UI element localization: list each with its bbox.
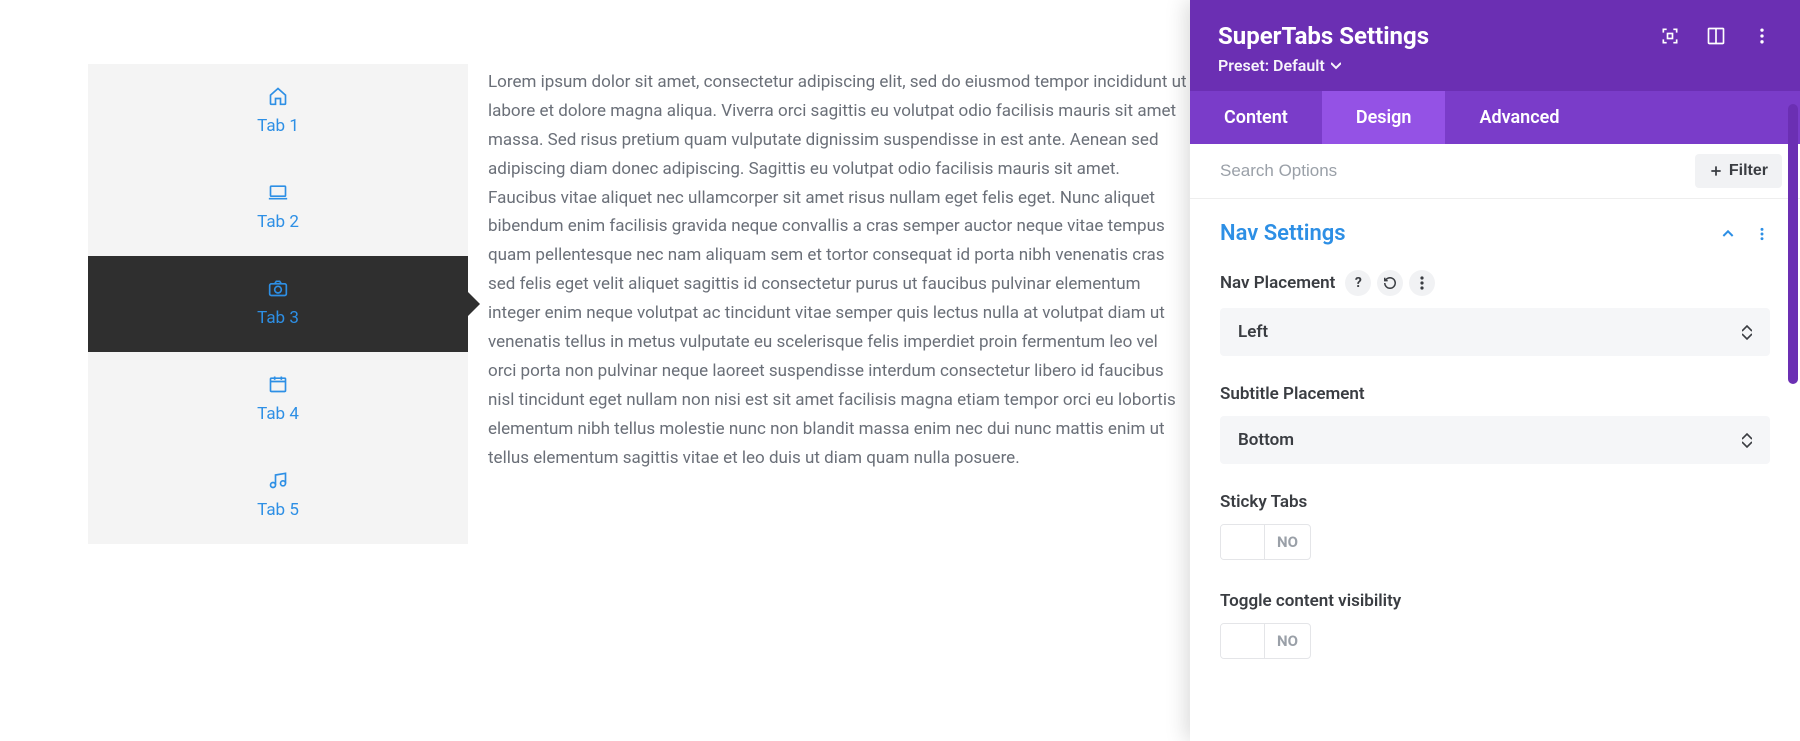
layout-icon[interactable] <box>1706 26 1726 46</box>
tab-label: Tab 2 <box>257 212 299 232</box>
tab-content: Lorem ipsum dolor sit amet, consectetur … <box>468 64 1188 544</box>
tab-design-btn[interactable]: Design <box>1322 91 1446 144</box>
sort-arrows-icon <box>1742 325 1752 340</box>
field-label: Sticky Tabs <box>1220 492 1307 512</box>
tab-nav: Tab 1 Tab 2 Tab 3 Tab 4 Tab 5 <box>88 64 468 544</box>
toggle-label: NO <box>1265 632 1310 650</box>
caret-down-icon <box>1331 62 1341 70</box>
tab-item-4[interactable]: Tab 4 <box>88 352 468 448</box>
tab-item-3[interactable]: Tab 3 <box>88 256 468 352</box>
kebab-icon[interactable] <box>1752 26 1772 46</box>
panel-body: Nav Settings Nav Placement ? <box>1190 199 1800 741</box>
panel-title: SuperTabs Settings <box>1218 22 1429 50</box>
focus-icon[interactable] <box>1660 26 1680 46</box>
tab-item-5[interactable]: Tab 5 <box>88 448 468 544</box>
tab-label: Tab 5 <box>257 500 299 520</box>
select-value: Left <box>1238 322 1742 342</box>
toggle-content-toggle[interactable]: NO <box>1220 623 1311 659</box>
tab-label: Tab 1 <box>257 116 299 136</box>
laptop-icon <box>268 182 288 202</box>
field-nav-placement: Nav Placement ? Left <box>1220 270 1770 356</box>
panel-tabs: Content Design Advanced <box>1190 91 1800 144</box>
preset-label: Preset: Default <box>1218 56 1325 75</box>
section-title: Nav Settings <box>1220 221 1346 246</box>
toggle-knob <box>1221 624 1265 658</box>
calendar-icon <box>268 374 288 394</box>
help-icon[interactable]: ? <box>1345 270 1371 296</box>
field-sticky-tabs: Sticky Tabs NO <box>1220 492 1770 563</box>
plus-icon <box>1709 164 1723 178</box>
panel-header: SuperTabs Settings Preset: Default <box>1190 0 1800 91</box>
field-label: Nav Placement <box>1220 273 1335 293</box>
toggle-label: NO <box>1265 533 1310 551</box>
select-value: Bottom <box>1238 430 1742 450</box>
field-label: Subtitle Placement <box>1220 384 1365 404</box>
tab-item-2[interactable]: Tab 2 <box>88 160 468 256</box>
sort-arrows-icon <box>1742 433 1752 448</box>
tab-content-btn[interactable]: Content <box>1190 91 1322 144</box>
field-subtitle-placement: Subtitle Placement Bottom <box>1220 384 1770 464</box>
subtitle-placement-select[interactable]: Bottom <box>1220 416 1770 464</box>
filter-button[interactable]: Filter <box>1695 154 1782 188</box>
nav-placement-select[interactable]: Left <box>1220 308 1770 356</box>
home-icon <box>268 86 288 106</box>
tab-label: Tab 4 <box>257 404 299 424</box>
sticky-tabs-toggle[interactable]: NO <box>1220 524 1311 560</box>
search-input[interactable] <box>1220 161 1695 181</box>
field-label: Toggle content visibility <box>1220 591 1401 611</box>
camera-icon <box>268 278 288 298</box>
tab-item-1[interactable]: Tab 1 <box>88 64 468 160</box>
search-row: Filter <box>1190 144 1800 199</box>
section-header[interactable]: Nav Settings <box>1220 221 1770 246</box>
preset-selector[interactable]: Preset: Default <box>1218 56 1429 75</box>
kebab-icon[interactable] <box>1754 226 1770 242</box>
settings-panel: SuperTabs Settings Preset: Default Conte… <box>1190 0 1800 741</box>
filter-label: Filter <box>1729 162 1768 180</box>
field-toggle-content: Toggle content visibility NO <box>1220 591 1770 662</box>
toggle-knob <box>1221 525 1265 559</box>
music-icon <box>268 470 288 490</box>
reset-icon[interactable] <box>1377 270 1403 296</box>
kebab-icon[interactable] <box>1409 270 1435 296</box>
chevron-up-icon[interactable] <box>1720 226 1736 242</box>
tab-label: Tab 3 <box>257 308 299 328</box>
tab-advanced-btn[interactable]: Advanced <box>1445 91 1593 144</box>
